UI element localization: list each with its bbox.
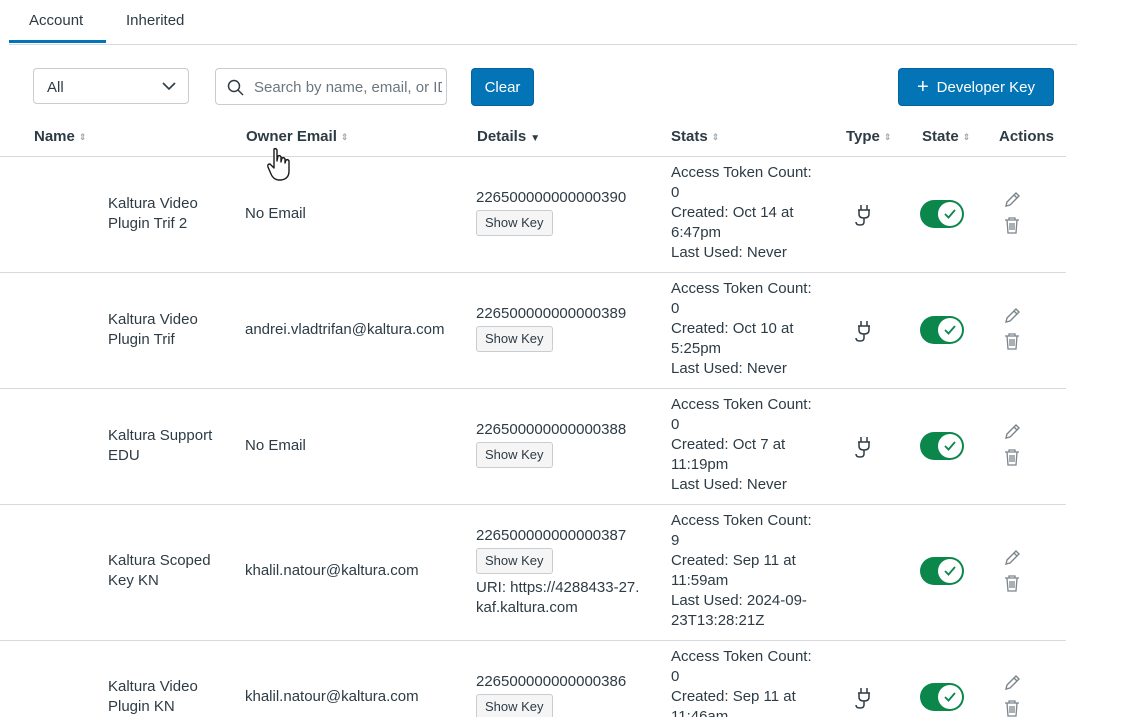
- owner-email: andrei.vladtrifan@kaltura.com: [245, 321, 445, 338]
- key-name: Kaltura Support EDU: [108, 427, 213, 464]
- owner-email: khalil.natour@kaltura.com: [245, 562, 419, 579]
- check-icon: [944, 441, 956, 451]
- table-row: Kaltura Video Plugin KN khalil.natour@ka…: [0, 640, 1066, 717]
- show-key-button[interactable]: Show Key: [476, 442, 553, 468]
- state-toggle[interactable]: [920, 316, 964, 344]
- check-icon: [944, 325, 956, 335]
- owner-email: No Email: [245, 205, 306, 222]
- table-row: Kaltura Video Plugin Trif andrei.vladtri…: [0, 272, 1066, 389]
- column-header-actions: Actions: [999, 128, 1055, 145]
- key-details: 226500000000000389 Show Key: [476, 304, 646, 352]
- search-icon: [227, 79, 244, 96]
- edit-icon[interactable]: [1003, 308, 1021, 326]
- column-header-details[interactable]: Details ▼: [477, 128, 540, 145]
- plug-icon: [855, 321, 870, 342]
- clear-button[interactable]: Clear: [471, 68, 534, 106]
- key-name: Kaltura Video Plugin Trif: [108, 311, 198, 348]
- key-details: 226500000000000387 Show Key URI: https:/…: [476, 526, 646, 618]
- sort-icon: ⇕: [883, 132, 892, 142]
- column-header-type[interactable]: Type ⇕: [846, 128, 891, 145]
- sort-icon: ⇕: [340, 132, 349, 142]
- sort-icon: ⇕: [711, 132, 720, 142]
- table-row: Kaltura Video Plugin Trif 2 No Email 226…: [0, 156, 1066, 273]
- column-header-owner-email[interactable]: Owner Email ⇕: [246, 128, 348, 145]
- row-actions: [1003, 675, 1023, 717]
- plug-icon: [855, 437, 870, 458]
- key-id: 226500000000000387: [476, 527, 627, 544]
- key-uri: URI: https://4288433-27.kaf.kaltura.com: [476, 579, 640, 616]
- chevron-down-icon: [162, 82, 176, 91]
- state-toggle[interactable]: [920, 432, 964, 460]
- table-row: Kaltura Support EDU No Email 22650000000…: [0, 388, 1066, 505]
- state-toggle[interactable]: [920, 557, 964, 585]
- key-name: Kaltura Scoped Key KN: [108, 552, 211, 589]
- search-input[interactable]: [254, 75, 442, 99]
- state-toggle[interactable]: [920, 200, 964, 228]
- show-key-button[interactable]: Show Key: [476, 326, 553, 352]
- table-row: Kaltura Scoped Key KN khalil.natour@kalt…: [0, 504, 1066, 641]
- trash-icon[interactable]: [1003, 699, 1021, 717]
- row-actions: [1003, 308, 1023, 350]
- key-stats: Access Token Count: 0 Created: Oct 10 at…: [671, 280, 812, 377]
- plug-icon: [855, 205, 870, 226]
- check-icon: [944, 209, 956, 219]
- column-header-state[interactable]: State ⇕: [922, 128, 970, 145]
- trash-icon[interactable]: [1003, 574, 1021, 592]
- sort-descending-icon: ▼: [530, 133, 541, 144]
- state-toggle[interactable]: [920, 683, 964, 711]
- active-tab-indicator: [9, 40, 106, 43]
- hand-cursor-icon: [267, 147, 290, 181]
- check-icon: [944, 566, 956, 576]
- key-id: 226500000000000388: [476, 421, 627, 438]
- trash-icon[interactable]: [1003, 216, 1021, 234]
- edit-icon[interactable]: [1003, 192, 1021, 210]
- key-id: 226500000000000386: [476, 673, 627, 690]
- key-id: 226500000000000389: [476, 305, 627, 322]
- table-header: Name ⇕ Owner Email ⇕ Details ▼ Stats ⇕ Type ⇕…: [0, 118, 1066, 157]
- key-name: Kaltura Video Plugin Trif 2: [108, 195, 198, 232]
- key-details: 226500000000000390 Show Key: [476, 188, 646, 236]
- show-key-button[interactable]: Show Key: [476, 694, 553, 717]
- tab-inherited[interactable]: Inherited: [126, 12, 184, 29]
- show-key-button[interactable]: Show Key: [476, 548, 553, 574]
- show-key-button[interactable]: Show Key: [476, 210, 553, 236]
- check-icon: [944, 692, 956, 702]
- edit-icon[interactable]: [1003, 550, 1021, 568]
- tab-bar: Account Inherited: [9, 0, 1077, 45]
- plug-icon: [855, 688, 870, 709]
- clear-button-label: Clear: [484, 78, 521, 96]
- filter-select[interactable]: All: [33, 68, 189, 104]
- column-header-stats[interactable]: Stats ⇕: [671, 128, 719, 145]
- owner-email: No Email: [245, 437, 306, 454]
- add-developer-key-button[interactable]: + Developer Key: [898, 68, 1054, 106]
- key-details: 226500000000000388 Show Key: [476, 420, 646, 468]
- filter-select-value: All: [47, 79, 64, 96]
- tab-account[interactable]: Account: [29, 12, 83, 29]
- trash-icon[interactable]: [1003, 332, 1021, 350]
- sort-icon: ⇕: [962, 132, 971, 142]
- key-stats: Access Token Count: 0 Created: Oct 14 at…: [671, 164, 812, 261]
- row-actions: [1003, 424, 1023, 466]
- row-actions: [1003, 550, 1023, 592]
- key-details: 226500000000000386 Show Key: [476, 672, 646, 717]
- key-stats: Access Token Count: 0 Created: Oct 7 at …: [671, 396, 812, 493]
- column-header-name[interactable]: Name ⇕: [34, 128, 86, 145]
- owner-email: khalil.natour@kaltura.com: [245, 688, 419, 705]
- edit-icon[interactable]: [1003, 424, 1021, 442]
- sort-icon: ⇕: [78, 132, 87, 142]
- search-box: [215, 68, 447, 105]
- add-developer-key-label: Developer Key: [936, 78, 1036, 96]
- edit-icon[interactable]: [1003, 675, 1021, 693]
- key-id: 226500000000000390: [476, 189, 627, 206]
- plus-icon: +: [916, 76, 929, 98]
- key-stats: Access Token Count: 9 Created: Sep 11 at…: [671, 512, 812, 629]
- trash-icon[interactable]: [1003, 448, 1021, 466]
- key-stats: Access Token Count: 0 Created: Sep 11 at…: [671, 648, 812, 717]
- row-actions: [1003, 192, 1023, 234]
- key-name: Kaltura Video Plugin KN: [108, 678, 198, 715]
